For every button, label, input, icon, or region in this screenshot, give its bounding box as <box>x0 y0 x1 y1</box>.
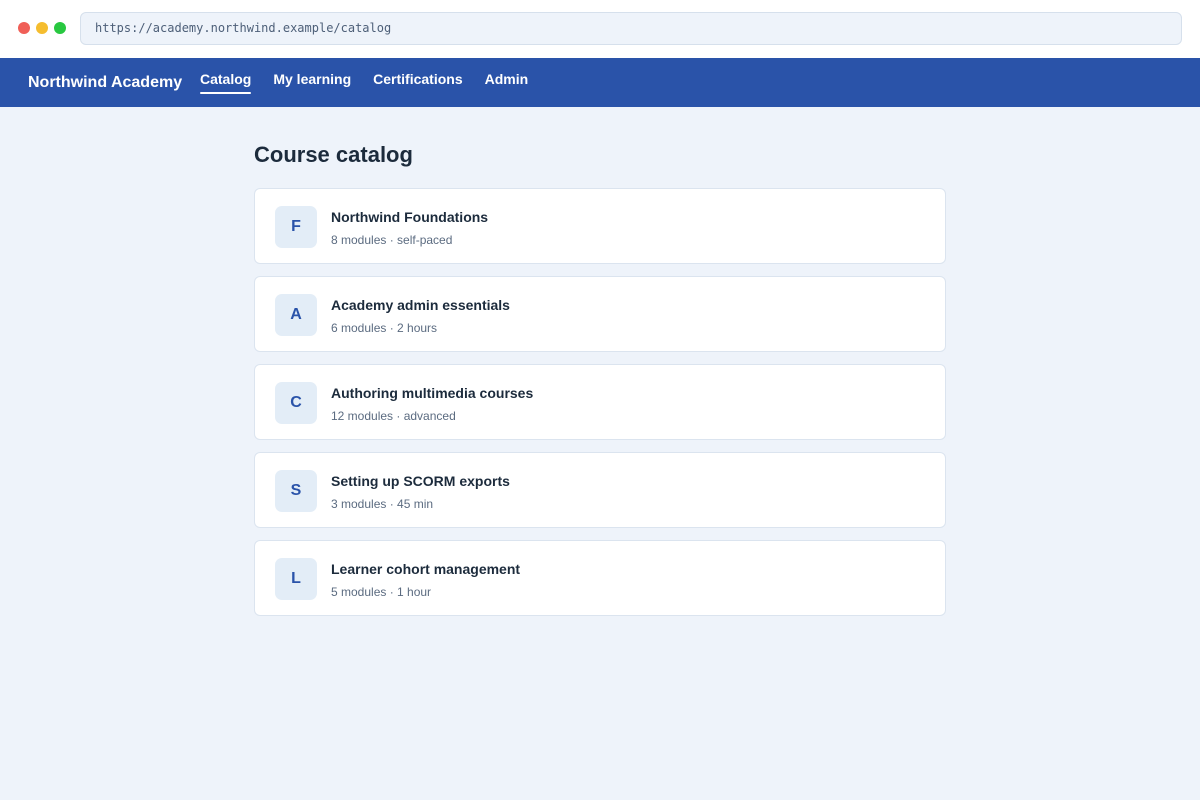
minimize-window-button[interactable] <box>36 22 48 34</box>
nav-links: Catalog My learning Certifications Admin <box>200 58 528 107</box>
course-card[interactable]: F Northwind Foundations 8 modules · self… <box>254 188 946 264</box>
course-title[interactable]: Setting up SCORM exports <box>331 473 510 489</box>
top-nav: Northwind Academy Catalog My learning Ce… <box>0 58 1200 107</box>
course-title[interactable]: Academy admin essentials <box>331 297 510 313</box>
course-meta: 8 modules · self-paced <box>331 233 453 247</box>
course-meta: 12 modules · advanced <box>331 409 456 423</box>
course-title[interactable]: Northwind Foundations <box>331 209 488 225</box>
course-meta: 3 modules · 45 min <box>331 497 434 511</box>
maximize-window-button[interactable] <box>54 22 66 34</box>
course-initial-badge: C <box>275 382 317 424</box>
nav-link-certifications[interactable]: Certifications <box>373 58 462 107</box>
nav-link-my-learning[interactable]: My learning <box>273 58 351 107</box>
course-card[interactable]: C Authoring multimedia courses 12 module… <box>254 364 946 440</box>
course-initial-badge: S <box>275 470 317 512</box>
course-list: F Northwind Foundations 8 modules · self… <box>254 188 946 628</box>
page-title: Course catalog <box>254 142 413 167</box>
course-title[interactable]: Authoring multimedia courses <box>331 385 533 401</box>
course-card[interactable]: S Setting up SCORM exports 3 modules · 4… <box>254 452 946 528</box>
nav-link-catalog[interactable]: Catalog <box>200 58 252 107</box>
course-card[interactable]: A Academy admin essentials 6 modules · 2… <box>254 276 946 352</box>
browser-toolbar: https://academy.northwind.example/catalo… <box>0 0 1200 58</box>
course-card[interactable]: L Learner cohort management 5 modules · … <box>254 540 946 616</box>
address-bar[interactable]: https://academy.northwind.example/catalo… <box>80 12 1182 45</box>
course-initial-badge: L <box>275 558 317 600</box>
course-initial-badge: F <box>275 206 317 248</box>
close-window-button[interactable] <box>18 22 30 34</box>
nav-link-admin[interactable]: Admin <box>485 58 529 107</box>
course-initial-badge: A <box>275 294 317 336</box>
course-meta: 6 modules · 2 hours <box>331 321 438 335</box>
brand-logo[interactable]: Northwind Academy <box>28 58 182 107</box>
course-title[interactable]: Learner cohort management <box>331 561 520 577</box>
course-meta: 5 modules · 1 hour <box>331 585 432 599</box>
